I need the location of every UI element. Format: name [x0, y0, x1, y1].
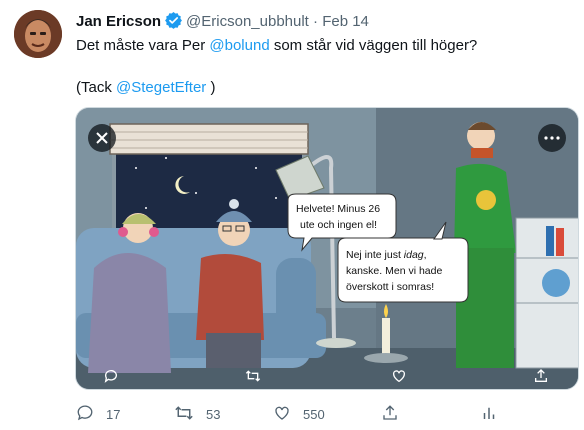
overlay-like-icon[interactable]: [391, 368, 407, 389]
separator-dot: ·: [313, 13, 319, 30]
author-name[interactable]: Jan Ericson: [76, 13, 161, 30]
like-icon: [273, 404, 291, 425]
overlay-reply-icon[interactable]: [103, 368, 119, 389]
overlay-share-icon[interactable]: [533, 368, 549, 389]
reply-icon: [76, 404, 94, 425]
tweet-actions: 17 53 550: [76, 404, 576, 424]
tweet-header: Jan Ericson @Ericson_ubbhult · Feb 14: [76, 12, 369, 34]
verified-badge-icon: [165, 12, 182, 34]
tweet-text-line2: (Tack @StegetEfter ): [76, 78, 215, 98]
tweet-line2-close: ): [206, 79, 216, 96]
tweet-line2-open: (Tack: [76, 79, 117, 96]
bubble2-line1-a: Nej inte just: [346, 249, 404, 261]
bubble1-line1: Helvete! Minus 26: [296, 203, 380, 215]
bubble2-line3: överskott i somras!: [346, 281, 434, 293]
like-button[interactable]: 550: [273, 404, 325, 425]
retweet-count: 53: [206, 407, 221, 422]
share-button[interactable]: [381, 404, 399, 425]
bubble2-line1: Nej inte just idag,: [346, 249, 427, 261]
bubble2-line2: kanske. Men vi hade: [346, 265, 442, 277]
tweet-media-image[interactable]: Helvete! Minus 26 ute och ingen el! Nej …: [75, 107, 579, 390]
reply-button[interactable]: 17: [76, 404, 120, 425]
like-count: 550: [303, 407, 325, 422]
bubble2-line1-c: ,: [424, 249, 427, 261]
bubble1-line2: ute och ingen el!: [300, 219, 377, 231]
analytics-icon: [480, 404, 498, 425]
overlay-retweet-icon[interactable]: [245, 368, 261, 389]
image-overlay-actions: [75, 364, 579, 390]
tweet-text-part2: som står vid väggen till höger?: [269, 37, 478, 54]
mention-bolund[interactable]: @bolund: [209, 37, 269, 54]
tweet-date[interactable]: Feb 14: [322, 13, 369, 30]
author-handle[interactable]: @Ericson_ubbhult: [186, 13, 309, 30]
retweet-icon: [174, 404, 194, 425]
avatar[interactable]: [14, 10, 62, 58]
more-icon[interactable]: [538, 124, 566, 152]
mention-stegetefter[interactable]: @StegetEfter: [116, 79, 206, 96]
analytics-button[interactable]: [480, 404, 498, 425]
retweet-button[interactable]: 53: [174, 404, 220, 425]
tweet-text-part1: Det måste vara Per: [76, 37, 210, 54]
close-icon[interactable]: [88, 124, 116, 152]
reply-count: 17: [106, 407, 121, 422]
bubble2-line1-b: idag: [404, 249, 424, 261]
share-icon: [381, 404, 399, 425]
tweet-text: Det måste vara Per @bolund som står vid …: [76, 36, 477, 56]
